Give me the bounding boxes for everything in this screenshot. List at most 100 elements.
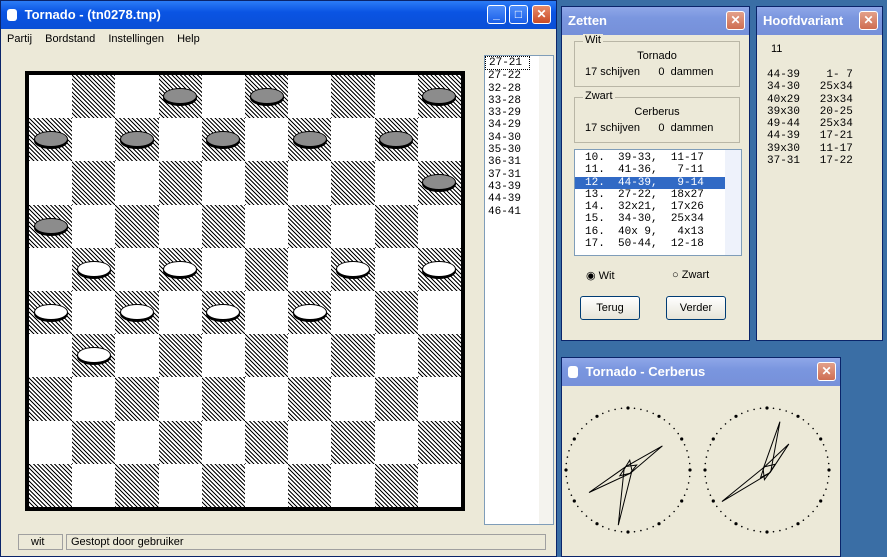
maximize-button[interactable]: □: [509, 5, 528, 24]
verder-button[interactable]: Verder: [666, 296, 726, 320]
game-move-row[interactable]: 16. 40x 9, 4x13: [575, 226, 741, 238]
game-move-row[interactable]: 17. 50-44, 12-18: [575, 238, 741, 250]
dark-square[interactable]: [331, 161, 375, 205]
dark-square[interactable]: [158, 161, 202, 205]
menu-instellingen[interactable]: Instellingen: [108, 33, 164, 45]
black-piece[interactable]: [33, 131, 68, 148]
light-square: [29, 75, 72, 118]
scrollbar[interactable]: [539, 56, 553, 524]
clock-tick: [581, 427, 583, 430]
clock-tick: [812, 510, 814, 513]
light-square: [245, 464, 288, 507]
clock-tick: [633, 530, 636, 533]
clock-cerberus: [703, 406, 831, 534]
white-piece[interactable]: [120, 304, 154, 320]
radio-zwart[interactable]: ○ Zwart: [672, 269, 709, 281]
minimize-button[interactable]: _: [487, 5, 506, 24]
menu-partij[interactable]: Partij: [7, 33, 32, 45]
dark-square[interactable]: [115, 204, 159, 248]
clock-close-button[interactable]: ✕: [817, 362, 836, 381]
black-piece[interactable]: [292, 131, 327, 148]
light-square: [115, 334, 158, 377]
game-moves-list[interactable]: 10. 39-33, 11-17 11. 41-36, 7-11 12. 44-39…: [574, 149, 742, 256]
dark-square[interactable]: [115, 463, 159, 507]
clock-tick: [566, 482, 569, 484]
dark-square[interactable]: [331, 75, 375, 119]
dark-square[interactable]: [72, 420, 116, 464]
dark-square[interactable]: [374, 204, 418, 248]
menu-bordstand[interactable]: Bordstand: [45, 33, 95, 45]
variation-lines: 44-39 1- 7 34-30 25x34 40x29 23x34 39x30 20…: [767, 69, 853, 167]
dark-square[interactable]: [245, 161, 289, 205]
dark-square[interactable]: [158, 334, 202, 378]
zetten-close-button[interactable]: ✕: [726, 11, 745, 30]
dark-square[interactable]: [245, 420, 289, 464]
zetten-title: Zetten: [568, 13, 607, 28]
clock-tick: [668, 515, 671, 517]
white-piece[interactable]: [76, 347, 111, 364]
game-move-row[interactable]: 10. 39-33, 11-17: [575, 152, 741, 164]
game-move-row[interactable]: 11. 41-36, 7-11: [575, 164, 741, 176]
black-piece[interactable]: [163, 88, 198, 104]
white-piece[interactable]: [163, 260, 198, 277]
game-move-row[interactable]: 15. 34-30, 25x34: [575, 213, 741, 225]
dark-square[interactable]: [331, 420, 375, 464]
zetten-title-bar[interactable]: Zetten ✕: [562, 7, 749, 35]
dark-square[interactable]: [158, 420, 202, 464]
dark-square[interactable]: [29, 377, 73, 421]
white-piece[interactable]: [76, 260, 111, 277]
dark-square[interactable]: [331, 334, 375, 378]
white-piece[interactable]: [336, 260, 370, 277]
clock-tick: [747, 528, 749, 530]
dark-square[interactable]: [245, 247, 289, 291]
light-square: [288, 75, 331, 118]
dark-square[interactable]: [374, 377, 418, 421]
white-piece[interactable]: [33, 304, 68, 320]
white-piece[interactable]: [422, 260, 457, 277]
dark-square[interactable]: [29, 463, 73, 507]
hoofdvariant-title-bar[interactable]: Hoofdvariant ✕: [757, 7, 882, 35]
light-square: [29, 161, 72, 204]
main-title-bar[interactable]: Tornado - (tn0278.tnp) _ □ ✕: [1, 1, 556, 29]
dark-square[interactable]: [288, 377, 332, 421]
clock-hand: [617, 458, 633, 526]
clock-tick: [657, 522, 661, 526]
radio-wit[interactable]: ◉ Wit: [586, 269, 615, 282]
black-piece[interactable]: [249, 88, 284, 104]
game-move-row[interactable]: 12. 44-39, 9-14: [575, 176, 741, 189]
dark-square[interactable]: [374, 463, 418, 507]
dark-square[interactable]: [417, 420, 461, 464]
clock-tick: [687, 482, 690, 484]
dark-square[interactable]: [288, 204, 332, 248]
draughts-board[interactable]: [25, 71, 465, 511]
main-window: Tornado - (tn0278.tnp) _ □ ✕ Partij Bord…: [0, 0, 557, 557]
hoofdvariant-close-button[interactable]: ✕: [859, 11, 878, 30]
variation-line: 39x30 11-17: [767, 142, 853, 155]
light-square: [115, 248, 158, 291]
dark-square[interactable]: [72, 161, 116, 205]
dark-square[interactable]: [201, 463, 245, 507]
terug-button[interactable]: Terug: [580, 296, 640, 320]
white-piece[interactable]: [292, 304, 327, 320]
clock-tick: [646, 410, 648, 412]
close-button[interactable]: ✕: [532, 5, 551, 24]
game-move-row[interactable]: 14. 32x21, 17x26: [575, 201, 741, 213]
dark-square[interactable]: [201, 204, 245, 248]
radio-wit-label: Wit: [598, 270, 615, 282]
moves-scrollbar[interactable]: [725, 150, 741, 255]
game-move-row[interactable]: 13. 27-22, 18x27: [575, 189, 741, 201]
clock-tick: [772, 407, 775, 410]
clock-title-bar[interactable]: Tornado - Cerberus ✕: [562, 358, 840, 386]
clock-tick: [704, 462, 707, 465]
dark-square[interactable]: [201, 377, 245, 421]
dark-square[interactable]: [115, 377, 159, 421]
black-piece[interactable]: [33, 217, 68, 234]
light-square: [288, 421, 331, 464]
dark-square[interactable]: [72, 75, 116, 119]
move-suggestion-item[interactable]: 27-21: [485, 56, 530, 71]
dark-square[interactable]: [374, 291, 418, 335]
dark-square[interactable]: [245, 334, 289, 378]
dark-square[interactable]: [417, 334, 461, 378]
dark-square[interactable]: [288, 463, 332, 507]
menu-help[interactable]: Help: [177, 33, 200, 45]
